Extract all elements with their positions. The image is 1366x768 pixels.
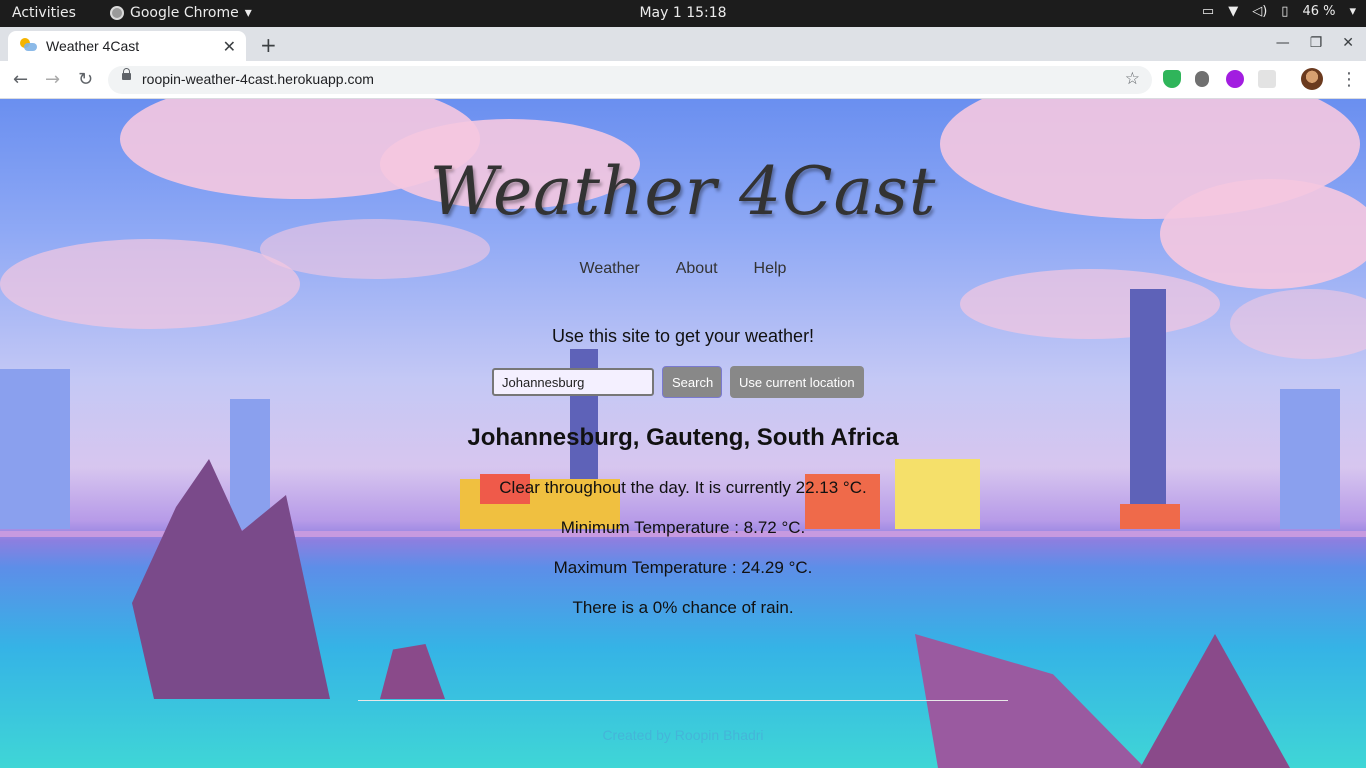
nav-help-link[interactable]: Help [754,260,787,278]
address-bar[interactable]: roopin-weather-4cast.herokuapp.com ☆ [108,66,1152,94]
window-controls: — ❐ ✕ [1276,35,1354,51]
tab-title: Weather 4Cast [46,38,140,54]
nav-weather-link[interactable]: Weather [580,260,640,278]
app-name: Google Chrome [130,5,239,21]
use-current-location-button[interactable]: Use current location [730,366,864,398]
browser-toolbar: ← → ↻ roopin-weather-4cast.herokuapp.com… [0,61,1366,99]
reload-icon[interactable]: ↻ [78,69,93,90]
new-tab-icon[interactable]: + [260,33,277,57]
battery-level: 46 % [1302,4,1336,19]
system-top-bar: Activities Google Chrome ▾ May 1 15:18 ▭… [0,0,1366,27]
browser-tab[interactable]: Weather 4Cast ✕ [8,31,246,61]
site-title: Weather 4Cast [429,153,937,230]
weather-page: Weather 4Cast Weather About Help Use thi… [0,99,1366,768]
lock-icon[interactable] [122,68,131,80]
extension-icon[interactable] [1258,70,1276,88]
forecast-summary: Clear throughout the day. It is currentl… [499,478,867,497]
chrome-menu-icon[interactable]: ⋮ [1340,69,1358,90]
url-text[interactable]: roopin-weather-4cast.herokuapp.com [142,71,374,87]
purple-extension-icon[interactable] [1226,70,1244,88]
page-viewport: Weather 4Cast Weather About Help Use thi… [0,99,1366,768]
site-nav: Weather About Help [0,260,1366,278]
chevron-down-icon: ▾ [1349,4,1356,19]
location-search-input[interactable] [492,368,654,396]
nav-about-link[interactable]: About [676,260,718,278]
tab-strip: Weather 4Cast ✕ + — ❐ ✕ [0,27,1366,61]
chrome-icon [110,6,124,20]
back-icon[interactable]: ← [13,69,28,90]
system-tray[interactable]: ▭ ▼ ◁) ▯ 46 % ▾ [1202,4,1356,19]
wifi-icon: ▼ [1228,4,1239,19]
search-form: Search Use current location [492,366,864,398]
footer-divider [358,700,1008,701]
weather-favicon-icon [20,38,38,54]
bookmark-star-icon[interactable]: ☆ [1125,69,1140,89]
maximum-temperature: Maximum Temperature : 24.29 °C. [553,558,813,577]
clock[interactable]: May 1 15:18 [639,5,726,21]
minimize-icon[interactable]: — [1276,35,1290,51]
app-menu[interactable]: Google Chrome ▾ [110,5,252,21]
minimum-temperature: Minimum Temperature : 8.72 °C. [560,518,806,537]
profile-avatar[interactable] [1301,68,1323,90]
activities-button[interactable]: Activities [12,5,76,21]
chevron-down-icon: ▾ [244,5,252,21]
forward-icon[interactable]: → [45,69,60,90]
close-window-icon[interactable]: ✕ [1342,35,1354,51]
site-subtitle: Use this site to get your weather! [551,326,815,346]
location-heading: Johannesburg, Gauteng, South Africa [467,424,899,451]
shield-extension-icon[interactable] [1163,70,1181,88]
bug-extension-icon[interactable] [1195,71,1209,87]
footer-credit: Created by Roopin Bhadri [602,727,764,743]
rain-chance: There is a 0% chance of rain. [572,598,794,617]
search-button[interactable]: Search [662,366,722,398]
close-icon[interactable]: ✕ [223,37,236,56]
battery-icon: ▯ [1281,4,1289,19]
volume-icon: ◁) [1252,4,1268,19]
restore-icon[interactable]: ❐ [1310,35,1323,51]
screen-icon: ▭ [1201,4,1215,19]
